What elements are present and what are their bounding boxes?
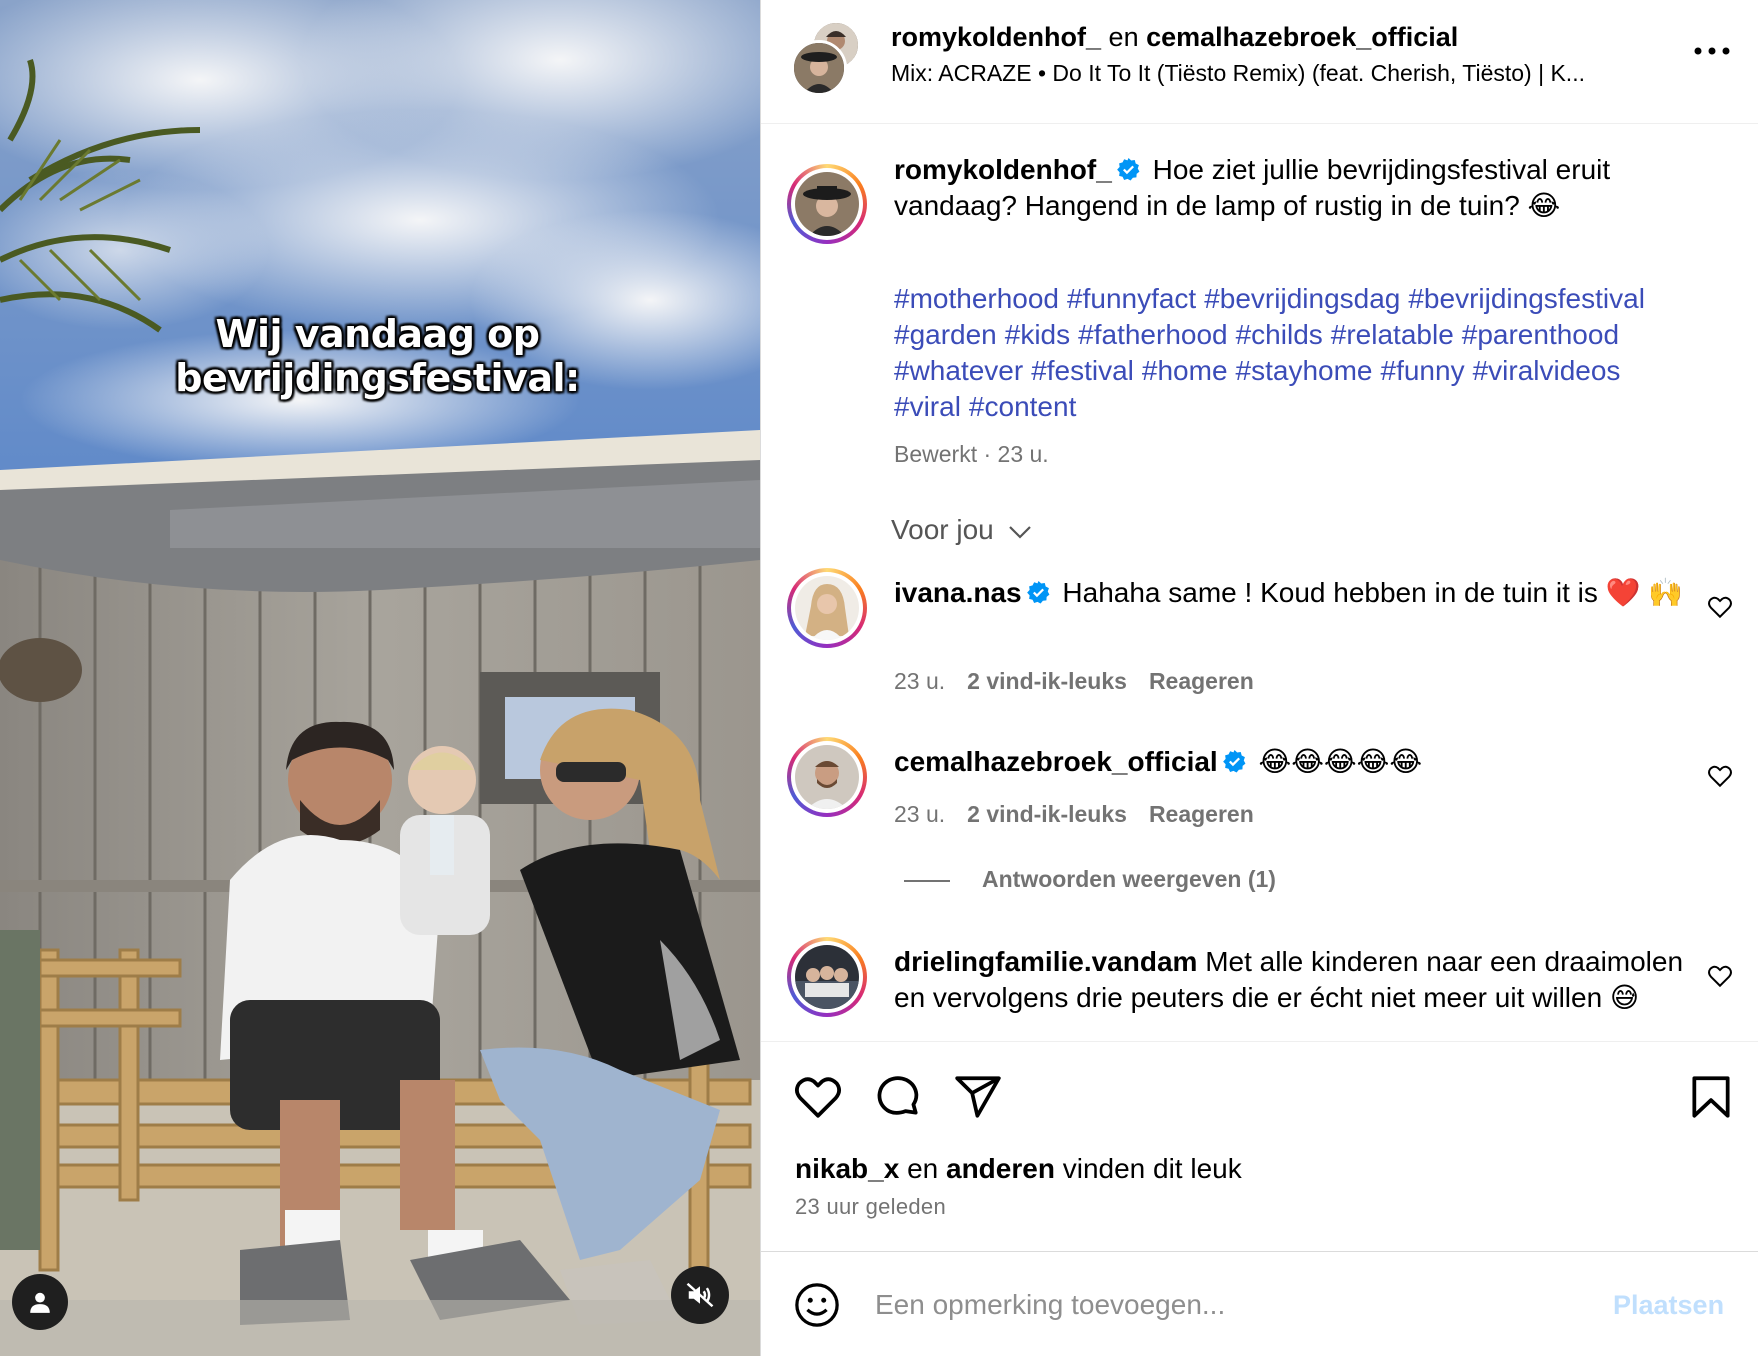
hashtag-link[interactable]: #content: [969, 391, 1076, 422]
comment-like-heart-icon[interactable]: [1707, 963, 1733, 989]
emoji-smiley-icon[interactable]: [794, 1282, 840, 1328]
hashtag-link[interactable]: #funnyfact: [1067, 283, 1196, 314]
comment-meta: 23 u. 2 vind-ik-leuks Reageren: [894, 801, 1254, 828]
post-header: romykoldenhof_ en cemalhazebroek_officia…: [761, 0, 1758, 124]
overlay-line-2: bevrijdingsfestival:: [175, 356, 580, 400]
liked-by-others[interactable]: anderen: [946, 1153, 1055, 1184]
comment-likes[interactable]: 2 vind-ik-leuks: [967, 668, 1127, 694]
user-tag-icon: [30, 1292, 50, 1313]
audio-track-link[interactable]: Mix: ACRAZE • Do It To It (Tiësto Remix)…: [891, 60, 1671, 87]
header-username-2[interactable]: cemalhazebroek_official: [1146, 22, 1458, 52]
hashtag-link[interactable]: #home: [1142, 355, 1228, 386]
view-replies-label: Antwoorden weergeven (1): [982, 866, 1276, 892]
hashtag-link[interactable]: #viralvideos: [1473, 355, 1621, 386]
video-caption-overlay: Wij vandaag op bevrijdingsfestival:: [90, 312, 665, 400]
caption-hashtags: #motherhood #funnyfact #bevrijdingsdag #bev…: [894, 281, 1724, 425]
liked-by-suffix: vinden dit leuk: [1062, 1153, 1242, 1184]
hashtag-link[interactable]: #whatever: [894, 355, 1023, 386]
reply-button[interactable]: Reageren: [1149, 801, 1254, 827]
save-bookmark-icon[interactable]: [1686, 1072, 1736, 1122]
comment-avatar[interactable]: [787, 737, 867, 817]
reel-video[interactable]: Wij vandaag op bevrijdingsfestival:: [0, 0, 760, 1356]
share-paper-plane-icon[interactable]: [953, 1072, 1003, 1122]
comment-like-heart-icon[interactable]: [1707, 763, 1733, 789]
chevron-down-icon: [1008, 526, 1031, 539]
avatar-primary: [791, 40, 847, 96]
overlay-line-1: Wij vandaag op: [215, 312, 540, 356]
verified-badge-icon: [1222, 750, 1246, 773]
caption-text: romykoldenhof_ Hoe ziet jullie bevrijdin…: [894, 152, 1694, 224]
hashtag-link[interactable]: #funny: [1381, 355, 1465, 386]
liked-by-user[interactable]: nikab_x: [795, 1153, 899, 1184]
header-username-1[interactable]: romykoldenhof_: [891, 22, 1101, 52]
hashtag-link[interactable]: #bevrijdingsdag: [1204, 283, 1400, 314]
video-frame: [0, 0, 760, 1356]
collab-usernames: romykoldenhof_ en cemalhazebroek_officia…: [891, 22, 1458, 53]
replies-divider: [904, 879, 950, 882]
caption-username[interactable]: romykoldenhof_: [894, 154, 1112, 185]
comment-time: 23 u.: [894, 668, 946, 694]
comment-meta: 23 u. 2 vind-ik-leuks Reageren: [894, 668, 1254, 695]
hashtag-link[interactable]: #viral: [894, 391, 961, 422]
hashtag-link[interactable]: #parenthood: [1462, 319, 1619, 350]
like-heart-icon[interactable]: [793, 1072, 843, 1122]
post-actions-bar: nikab_x en anderen vinden dit leuk 23 uu…: [761, 1041, 1758, 1252]
sort-label: Voor jou: [891, 514, 994, 545]
tagged-users-button[interactable]: [12, 1274, 68, 1330]
collab-avatars[interactable]: [791, 20, 861, 96]
speaker-muted-icon: [686, 1282, 714, 1308]
comment-likes[interactable]: 2 vind-ik-leuks: [967, 801, 1127, 827]
comment-avatar[interactable]: [787, 568, 867, 648]
hashtag-link[interactable]: #kids: [1005, 319, 1070, 350]
likes-summary: nikab_x en anderen vinden dit leuk: [795, 1153, 1242, 1185]
add-comment-bar: Plaatsen: [761, 1251, 1758, 1357]
comment-bubble-icon[interactable]: [873, 1072, 923, 1122]
liked-by-and: en: [907, 1153, 939, 1184]
comment-username[interactable]: ivana.nas: [894, 577, 1022, 608]
more-options-button[interactable]: [1687, 40, 1737, 64]
more-dots-icon: [1694, 47, 1730, 55]
comment-body: Hahaha same ! Koud hebben in de tuin it …: [1062, 577, 1684, 608]
verified-badge-icon: [1026, 581, 1050, 604]
comment-time: 23 u.: [894, 801, 946, 827]
comment-input[interactable]: [873, 1280, 1577, 1330]
hashtag-link[interactable]: #festival: [1031, 355, 1134, 386]
hashtag-link[interactable]: #bevrijdingsfestival: [1408, 283, 1645, 314]
mute-toggle-button[interactable]: [671, 1266, 729, 1324]
comment-text: cemalhazebroek_official 😂😂😂😂😂: [894, 744, 1694, 780]
caption-meta: Bewerkt · 23 u.: [894, 441, 1049, 467]
post-timestamp[interactable]: 23 uur geleden: [795, 1194, 946, 1220]
hashtag-link[interactable]: #garden: [894, 319, 997, 350]
verified-badge-icon: [1116, 158, 1140, 181]
comment-body: 😂😂😂😂😂: [1258, 746, 1423, 777]
comment-like-heart-icon[interactable]: [1707, 594, 1733, 620]
header-joiner: en: [1108, 22, 1139, 52]
comment-avatar[interactable]: [787, 937, 867, 1017]
comment-sort-dropdown[interactable]: Voor jou: [891, 514, 1032, 546]
view-replies-button[interactable]: Antwoorden weergeven (1): [904, 866, 1276, 893]
comments-scroll-area[interactable]: romykoldenhof_ Hoe ziet jullie bevrijdin…: [761, 124, 1758, 1041]
caption-avatar[interactable]: [787, 164, 867, 244]
reply-button[interactable]: Reageren: [1149, 668, 1254, 694]
comment-text: ivana.nas Hahaha same ! Koud hebben in d…: [894, 575, 1694, 611]
post-comment-button[interactable]: Plaatsen: [1613, 1290, 1724, 1321]
hashtag-link[interactable]: #relatable: [1331, 319, 1454, 350]
comment-text: drielingfamilie.vandam Met alle kinderen…: [894, 944, 1694, 1016]
hashtag-link[interactable]: #fatherhood: [1078, 319, 1227, 350]
hashtag-link[interactable]: #stayhome: [1236, 355, 1373, 386]
post-details-panel: romykoldenhof_ en cemalhazebroek_officia…: [760, 0, 1758, 1356]
comment-username[interactable]: drielingfamilie.vandam: [894, 946, 1197, 977]
comment-username[interactable]: cemalhazebroek_official: [894, 746, 1218, 777]
hashtag-link[interactable]: #motherhood: [894, 283, 1059, 314]
hashtag-link[interactable]: #childs: [1236, 319, 1323, 350]
